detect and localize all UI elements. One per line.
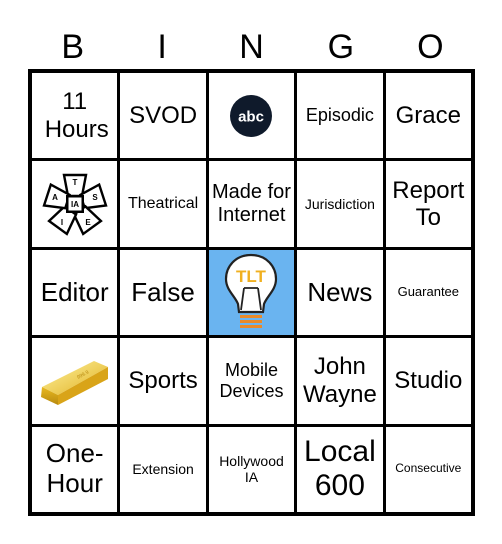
header-letter-b: B	[61, 28, 85, 66]
cell-label: John Wayne	[302, 353, 377, 408]
bingo-cell[interactable]: Jurisdiction	[297, 161, 383, 247]
header-letter-g: G	[327, 28, 355, 66]
cell-label: SVOD	[129, 101, 198, 129]
header-letter-i: I	[157, 28, 167, 66]
bingo-header: B I N G O	[28, 24, 475, 70]
bingo-cell[interactable]: Episodic	[297, 73, 383, 159]
cell-label: Extension	[132, 461, 194, 478]
cell-label: Studio	[394, 367, 463, 395]
tlt-text: TLT	[237, 267, 268, 286]
bingo-cell[interactable]: Studio	[385, 338, 471, 424]
bingo-cell[interactable]: John Wayne	[297, 338, 383, 424]
bingo-cell[interactable]: Made for Internet	[208, 161, 295, 247]
iatse-center-text: IA	[71, 200, 79, 209]
bingo-cell[interactable]: SVOD	[120, 73, 206, 159]
bingo-cell[interactable]: Editor	[32, 249, 118, 336]
bingo-cell[interactable]: Sports	[120, 338, 206, 424]
iatse-letter: A	[52, 193, 58, 202]
cell-label: Theatrical	[127, 194, 199, 212]
bingo-card: 11 Hours SVOD abc Episodic Grace IA T S …	[28, 69, 475, 516]
bingo-cell[interactable]: Grace	[385, 73, 471, 159]
cell-label: Guarantee	[397, 284, 460, 300]
free-space-cell[interactable]: TLT	[208, 249, 295, 336]
bingo-cell[interactable]: Guarantee	[385, 249, 471, 336]
bingo-cell[interactable]: Extension	[120, 426, 206, 512]
cell-label: Sports	[128, 367, 198, 395]
iatse-letter: E	[85, 218, 91, 227]
bingo-cell[interactable]: Mobile Devices	[208, 338, 295, 424]
iatse-letter: S	[92, 193, 98, 202]
cell-label: One-Hour	[45, 438, 104, 499]
bingo-cell[interactable]: 11 Hours	[32, 73, 118, 159]
cell-label: Made for Internet	[212, 181, 291, 227]
cell-label: Report To	[392, 176, 465, 232]
cell-label: Local 600	[304, 434, 376, 503]
cell-label: Mobile Devices	[219, 360, 284, 401]
bingo-cell[interactable]: News	[297, 249, 383, 336]
bingo-cell[interactable]: Report To	[385, 161, 471, 247]
cell-label: Episodic	[305, 105, 374, 126]
bingo-cell[interactable]: abc	[208, 73, 295, 159]
iatse-letter: I	[61, 218, 63, 227]
cell-label: Editor	[40, 276, 109, 307]
abc-logo-text: abc	[239, 108, 265, 125]
bingo-cell[interactable]: IA T S E I A	[32, 161, 118, 247]
cell-label: Consecutive	[395, 461, 462, 476]
iatse-letter: T	[72, 178, 77, 187]
bingo-cell[interactable]: False	[120, 249, 206, 336]
cell-label: News	[307, 276, 373, 307]
bingo-cell[interactable]: Theatrical	[120, 161, 206, 247]
bingo-cell[interactable]: Consecutive	[385, 426, 471, 512]
cell-label: Jurisdiction	[304, 196, 375, 213]
bingo-cell[interactable]: One-Hour	[32, 426, 118, 512]
cell-label: Hollywood IA	[219, 453, 284, 486]
abc-logo-icon: abc	[229, 94, 273, 138]
header-letter-n: N	[239, 28, 264, 66]
bingo-cell[interactable]: Local 600	[297, 426, 383, 512]
cell-label: 11 Hours	[44, 88, 109, 143]
cell-label: Grace	[395, 101, 461, 129]
cell-label: False	[131, 276, 195, 307]
bingo-cell[interactable]: Hollywood IA	[208, 426, 295, 512]
bingo-cell[interactable]: 999.9	[32, 338, 118, 424]
tlt-lightbulb-icon: TLT	[221, 252, 281, 332]
iatse-logo-icon: IA T S E I A	[42, 171, 108, 237]
header-letter-o: O	[417, 28, 444, 66]
gold-bar-icon: 999.9	[38, 353, 112, 409]
